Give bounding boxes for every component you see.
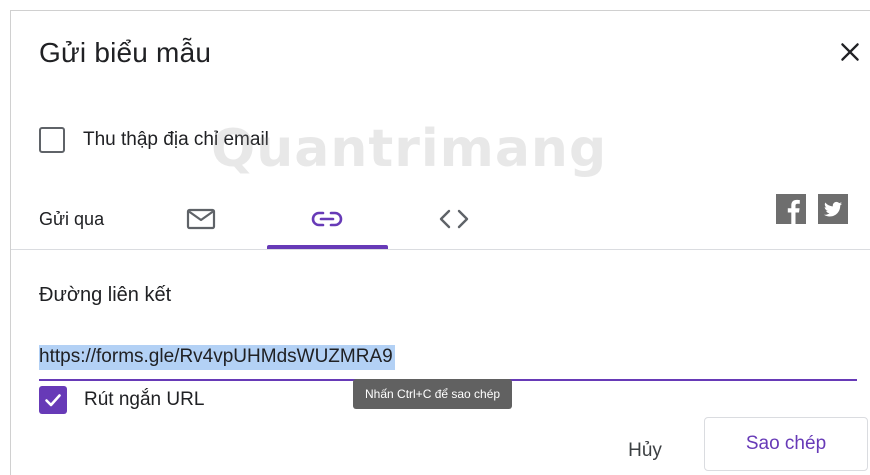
shorten-url-checkbox[interactable] [39, 386, 67, 414]
close-button[interactable] [837, 39, 863, 65]
watermark: Quantrimang [211, 119, 608, 179]
cancel-button[interactable]: Hủy [611, 429, 679, 473]
collect-email-row: Thu thập địa chỉ email [39, 125, 269, 155]
close-icon [841, 43, 859, 61]
url-value: https://forms.gle/Rv4vpUHMdsWUZMRA9 [39, 345, 395, 370]
send-via-label: Gửi qua [39, 209, 105, 229]
copy-button[interactable]: Sao chép [704, 417, 868, 471]
twitter-icon [824, 201, 843, 217]
collect-email-checkbox[interactable] [39, 127, 65, 153]
url-input[interactable]: https://forms.gle/Rv4vpUHMdsWUZMRA9 [39, 341, 857, 381]
send-form-dialog: Gửi biểu mẫu Thu thập địa chỉ email Quan… [10, 10, 870, 475]
embed-code-icon [439, 209, 469, 229]
dialog-title: Gửi biểu mẫu [39, 37, 212, 68]
collect-email-label: Thu thập địa chỉ email [83, 129, 269, 150]
tab-embed[interactable] [394, 189, 514, 249]
tab-email[interactable] [141, 189, 261, 249]
facebook-share-button[interactable] [776, 194, 806, 224]
shorten-url-row: Rút ngắn URL [39, 385, 204, 415]
link-icon [311, 211, 343, 227]
facebook-icon [787, 199, 800, 224]
link-section-title: Đường liên kết [39, 284, 172, 306]
tab-link[interactable] [267, 189, 387, 249]
twitter-share-button[interactable] [818, 194, 848, 224]
checkmark-icon [45, 394, 61, 407]
shorten-url-label: Rút ngắn URL [84, 389, 205, 410]
copy-hint-tooltip: Nhấn Ctrl+C để sao chép [353, 379, 513, 409]
section-divider [11, 249, 870, 250]
mail-icon [186, 208, 216, 230]
